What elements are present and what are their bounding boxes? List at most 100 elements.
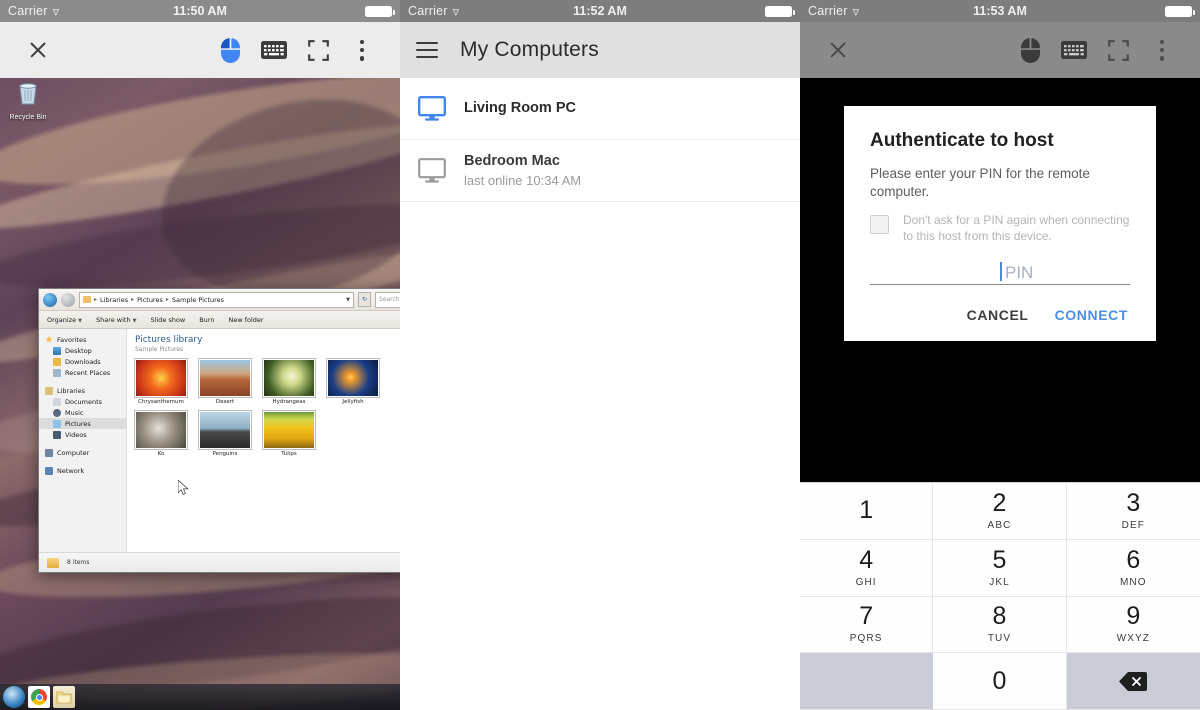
back-icon[interactable]	[43, 293, 57, 307]
thumbnail-caption: Jellyfish	[327, 399, 379, 405]
key-backspace[interactable]	[1067, 653, 1200, 710]
breadcrumb-item-1[interactable]: Pictures	[137, 296, 163, 304]
thumbnail-image	[199, 359, 251, 397]
nav-item-downloads[interactable]: Downloads	[39, 356, 126, 367]
nav-item-music[interactable]: Music	[39, 407, 126, 418]
host-info: Bedroom Mac last online 10:34 AM	[464, 152, 581, 189]
close-button[interactable]	[816, 28, 860, 72]
chevron-down-icon[interactable]: ▼	[346, 297, 350, 303]
close-button[interactable]	[16, 28, 60, 72]
checkbox-unchecked-icon[interactable]	[870, 215, 889, 234]
connect-button[interactable]: CONNECT	[1055, 307, 1128, 323]
desktop-icon	[53, 347, 61, 355]
list-item[interactable]: Ko	[135, 411, 187, 457]
nav-item-pictures[interactable]: Pictures	[39, 418, 126, 429]
nav-item-documents[interactable]: Documents	[39, 396, 126, 407]
key-letters: DEF	[1122, 520, 1145, 531]
thumbnail-caption: Hydrangeas	[263, 399, 315, 405]
recycle-bin-icon	[2, 82, 54, 106]
dialog-backdrop: Authenticate to host Please enter your P…	[800, 78, 1200, 482]
thumbnail-caption: Ko	[135, 451, 187, 457]
thumbnail-image	[135, 359, 187, 397]
refresh-button[interactable]: ↻	[358, 292, 371, 307]
breadcrumb-item-0[interactable]: Libraries	[100, 296, 128, 304]
network-icon	[45, 467, 53, 475]
thumbnail-caption: Chrysanthemum	[135, 399, 187, 405]
key-9[interactable]: 9WXYZ	[1067, 597, 1200, 654]
list-item[interactable]: Penguins	[199, 411, 251, 457]
key-0[interactable]: 0	[933, 653, 1066, 710]
nav-item-favorites[interactable]: Favorites	[39, 334, 126, 345]
desktop-icon-label: Recycle Bin	[10, 114, 47, 121]
list-item[interactable]: Desert	[199, 359, 251, 405]
star-icon	[45, 336, 53, 344]
explorer-content-pane: Pictures library Sample Pictures Chrysan…	[127, 329, 400, 552]
breadcrumb[interactable]: ▸ Libraries ▸ Pictures ▸ Sample Pictures…	[79, 292, 354, 308]
table-row[interactable]: Living Room PC	[400, 78, 800, 140]
search-input[interactable]: Search Sa	[375, 292, 400, 308]
windows-start-icon[interactable]	[3, 686, 25, 708]
nav-item-libraries[interactable]: Libraries	[39, 385, 126, 396]
page-title: My Computers	[460, 38, 599, 62]
list-item[interactable]: Jellyfish	[327, 359, 379, 405]
pin-input[interactable]: PIN	[870, 259, 1130, 285]
key-6[interactable]: 6MNO	[1067, 540, 1200, 597]
nav-item-videos[interactable]: Videos	[39, 429, 126, 440]
remember-pin-row[interactable]: Don't ask for a PIN again when connectin…	[870, 213, 1130, 245]
remote-desktop-canvas[interactable]: Recycle Bin ▸ Libraries ▸ Pictures ▸ Sam…	[0, 78, 400, 710]
cmd-burn[interactable]: Burn	[199, 316, 214, 324]
windows-explorer-window[interactable]: ▸ Libraries ▸ Pictures ▸ Sample Pictures…	[38, 288, 400, 573]
cancel-button[interactable]: CANCEL	[967, 307, 1029, 323]
key-8[interactable]: 8TUV	[933, 597, 1066, 654]
key-7[interactable]: 7PQRS	[800, 597, 933, 654]
status-right	[1165, 6, 1192, 17]
hamburger-menu-icon[interactable]	[416, 42, 438, 58]
status-bar-remote: Carrier ▿ 11:50 AM	[0, 0, 400, 22]
keyboard-button[interactable]	[1052, 28, 1096, 72]
thumbnail-image	[263, 359, 315, 397]
key-letters: WXYZ	[1117, 633, 1150, 644]
key-4[interactable]: 4GHI	[800, 540, 933, 597]
fullscreen-button[interactable]	[296, 28, 340, 72]
breadcrumb-item-2[interactable]: Sample Pictures	[172, 296, 224, 304]
numeric-keypad: 1 2ABC 3DEF 4GHI 5JKL 6MNO 7PQRS 8TUV 9W…	[800, 482, 1200, 710]
nav-label: Music	[65, 409, 84, 417]
cmd-share-with[interactable]: Share with▼	[96, 316, 136, 324]
nav-item-network[interactable]: Network	[39, 465, 126, 476]
thumbnail-image	[263, 411, 315, 449]
mouse-mode-button[interactable]	[208, 28, 252, 72]
battery-full-icon	[765, 6, 792, 17]
mouse-mode-button[interactable]	[1008, 28, 1052, 72]
status-bar-list: Carrier ▿ 11:52 AM	[400, 0, 800, 22]
fullscreen-icon	[1108, 40, 1129, 61]
explorer-icon	[56, 690, 72, 704]
overflow-menu-button[interactable]	[340, 28, 384, 72]
forward-icon[interactable]	[61, 293, 75, 307]
chrome-button[interactable]	[28, 686, 50, 708]
nav-item-computer[interactable]: Computer	[39, 447, 126, 458]
downloads-icon	[53, 358, 61, 366]
keyboard-button[interactable]	[252, 28, 296, 72]
cmd-slide-show[interactable]: Slide show	[150, 316, 185, 324]
key-5[interactable]: 5JKL	[933, 540, 1066, 597]
library-title: Pictures library	[135, 335, 400, 345]
key-3[interactable]: 3DEF	[1067, 483, 1200, 540]
nav-item-desktop[interactable]: Desktop	[39, 345, 126, 356]
empty-list-area	[400, 202, 800, 710]
mouse-cursor-icon	[178, 480, 190, 496]
table-row[interactable]: Bedroom Mac last online 10:34 AM	[400, 140, 800, 202]
list-item[interactable]: Hydrangeas	[263, 359, 315, 405]
list-item[interactable]: Tulips	[263, 411, 315, 457]
key-2[interactable]: 2ABC	[933, 483, 1066, 540]
list-item[interactable]: Chrysanthemum	[135, 359, 187, 405]
cmd-organize[interactable]: Organize▼	[47, 316, 82, 324]
key-1[interactable]: 1	[800, 483, 933, 540]
overflow-menu-button[interactable]	[1140, 28, 1184, 72]
desktop-icon-recycle-bin[interactable]: Recycle Bin	[2, 82, 54, 124]
explorer-button[interactable]	[53, 686, 75, 708]
thumbnail-image	[327, 359, 379, 397]
cmd-new-folder[interactable]: New folder	[228, 316, 263, 324]
fullscreen-button[interactable]	[1096, 28, 1140, 72]
nav-item-recent-places[interactable]: Recent Places	[39, 367, 126, 378]
key-letters: MNO	[1120, 577, 1147, 588]
